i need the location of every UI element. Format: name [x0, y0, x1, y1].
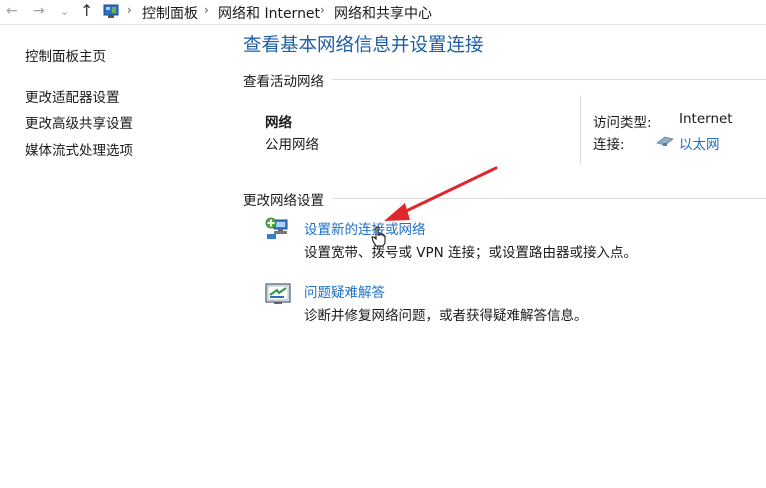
- troubleshoot-icon: [265, 283, 291, 304]
- troubleshoot-description: 诊断并修复网络问题，或者获得疑难解答信息。: [304, 308, 588, 324]
- ethernet-icon: [656, 136, 674, 146]
- sidebar-item-control-panel-home[interactable]: 控制面板主页: [25, 45, 106, 65]
- address-bar: ← → ⌄ ↑ › 控制面板 › 网络和 Internet › 网络和共享中心: [0, 0, 766, 25]
- up-button[interactable]: ↑: [80, 1, 93, 20]
- sidebar-item-adapter-settings[interactable]: 更改适配器设置: [25, 86, 120, 106]
- sidebar-item-media-streaming[interactable]: 媒体流式处理选项: [25, 139, 133, 159]
- connection-label: 连接:: [593, 137, 625, 153]
- setup-new-connection-description: 设置宽带、拨号或 VPN 连接；或设置路由器或接入点。: [304, 245, 638, 261]
- section-divider: [332, 198, 766, 199]
- sidebar-item-advanced-sharing[interactable]: 更改高级共享设置: [25, 112, 133, 132]
- breadcrumb-separator[interactable]: ›: [204, 3, 209, 17]
- control-panel-icon: [103, 4, 119, 18]
- back-button[interactable]: ←: [6, 3, 18, 19]
- section-divider: [332, 79, 766, 80]
- setup-new-connection-link[interactable]: 设置新的连接或网络: [304, 218, 426, 238]
- breadcrumb-control-panel[interactable]: 控制面板: [142, 3, 198, 23]
- breadcrumb-separator: ›: [127, 3, 132, 17]
- recent-locations-button[interactable]: ⌄: [60, 5, 69, 18]
- breadcrumb-network-internet[interactable]: 网络和 Internet: [218, 3, 320, 23]
- hand-cursor-icon: [371, 226, 386, 247]
- troubleshoot-link[interactable]: 问题疑难解答: [304, 281, 385, 301]
- active-networks-heading: 查看活动网络: [243, 74, 324, 90]
- network-name: 网络: [265, 115, 292, 131]
- network-setup-icon: [265, 217, 288, 239]
- forward-button[interactable]: →: [33, 3, 45, 19]
- breadcrumb-separator[interactable]: ›: [320, 3, 325, 17]
- network-category: 公用网络: [265, 137, 319, 153]
- network-info-divider: [580, 95, 581, 165]
- breadcrumb-network-sharing-center[interactable]: 网络和共享中心: [334, 3, 432, 23]
- access-type-label: 访问类型:: [593, 115, 652, 131]
- access-type-value: Internet: [679, 111, 733, 127]
- change-settings-heading: 更改网络设置: [243, 193, 324, 209]
- ethernet-connection-link[interactable]: 以太网: [679, 133, 720, 153]
- page-title: 查看基本网络信息并设置连接: [243, 35, 484, 56]
